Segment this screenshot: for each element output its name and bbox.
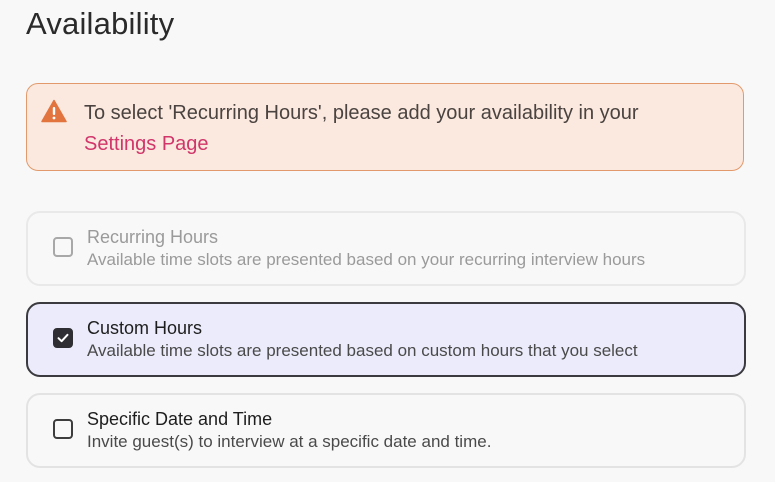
option-description: Invite guest(s) to interview at a specif… (87, 432, 492, 451)
specific-date-time-checkbox[interactable] (53, 419, 73, 439)
option-description: Available time slots are presented based… (87, 250, 646, 269)
option-custom-hours[interactable]: Custom Hours Available time slots are pr… (26, 302, 746, 377)
checkmark-icon (57, 333, 69, 343)
option-specific-date-time[interactable]: Specific Date and Time Invite guest(s) t… (26, 393, 746, 468)
settings-page-link[interactable]: Settings Page (84, 133, 209, 155)
page-title: Availability (26, 6, 175, 41)
alert-message: To select 'Recurring Hours', please add … (84, 98, 724, 160)
option-label: Custom Hours (87, 318, 203, 338)
option-label: Recurring Hours (87, 227, 219, 247)
alert-message-text: To select 'Recurring Hours', please add … (84, 102, 639, 124)
settings-warning-alert: To select 'Recurring Hours', please add … (26, 83, 744, 171)
availability-page: Availability To select 'Recurring Hours'… (0, 0, 775, 482)
custom-hours-checkbox[interactable] (53, 328, 73, 348)
warning-icon (41, 99, 67, 123)
option-recurring-hours: Recurring Hours Available time slots are… (26, 211, 746, 286)
option-label: Specific Date and Time (87, 409, 273, 429)
option-description: Available time slots are presented based… (87, 341, 638, 360)
recurring-hours-checkbox (53, 237, 73, 257)
